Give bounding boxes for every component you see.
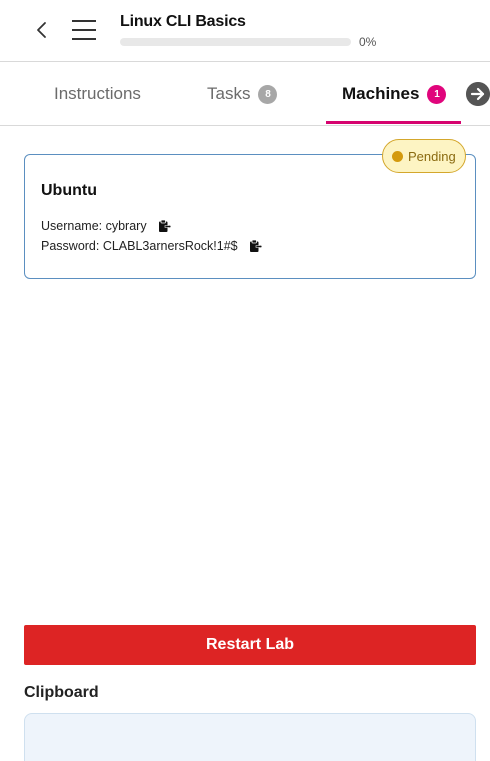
machine-name: Ubuntu [41, 182, 97, 199]
chevron-left-icon[interactable] [32, 20, 52, 40]
clipboard-textarea[interactable] [24, 713, 476, 761]
status-badge: Pending [382, 139, 466, 173]
restart-lab-button[interactable]: Restart Lab [24, 625, 476, 665]
tab-tasks[interactable]: Tasks 8 [207, 62, 278, 126]
clipboard-heading: Clipboard [24, 684, 99, 701]
tab-tasks-label: Tasks [207, 84, 251, 103]
tab-machines[interactable]: Machines 1 [342, 62, 447, 126]
pending-status-dot [392, 150, 403, 162]
arrow-right-icon[interactable] [466, 82, 490, 106]
copy-password-icon[interactable] [248, 239, 262, 253]
password-text: Password: CLABL3arnersRock!1#$ [41, 239, 238, 253]
tab-machines-label: Machines [342, 84, 420, 103]
copy-username-icon[interactable] [157, 219, 171, 233]
tasks-count-badge: 8 [258, 84, 278, 104]
course-title: Linux CLI Basics [120, 13, 246, 30]
lab-tabs: Instructions Tasks 8 Machines 1 [0, 62, 490, 126]
password-row: Password: CLABL3arnersRock!1#$ [41, 239, 262, 253]
status-label: Pending [408, 148, 456, 164]
tab-instructions-label: Instructions [54, 84, 141, 103]
hamburger-menu-icon[interactable] [70, 17, 98, 43]
course-progress-bar [120, 38, 351, 46]
active-tab-indicator [326, 121, 461, 124]
machines-count-badge: 1 [427, 84, 447, 104]
username-row: Username: cybrary [41, 219, 171, 233]
tab-instructions[interactable]: Instructions [54, 62, 141, 126]
course-progress-label: 0% [359, 35, 377, 49]
username-text: Username: cybrary [41, 219, 147, 233]
lab-header: Linux CLI Basics 0% [0, 0, 490, 62]
